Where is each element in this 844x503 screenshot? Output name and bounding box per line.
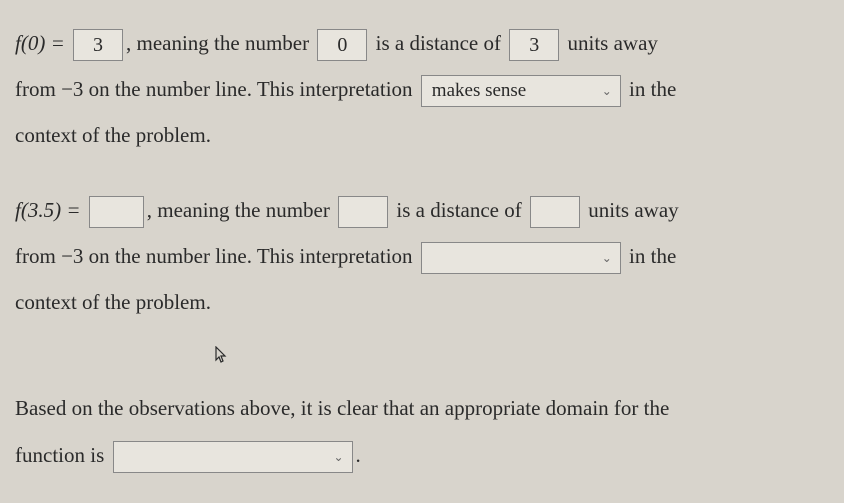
text: , meaning the number <box>126 31 309 55</box>
input-f0-number[interactable]: 0 <box>317 29 367 61</box>
function-label-f0: f(0) = <box>15 31 65 55</box>
text: from <box>15 244 56 268</box>
text: function is <box>15 443 104 467</box>
chevron-down-icon: ⌄ <box>602 245 612 271</box>
text: on the number line. This interpretation <box>89 77 413 101</box>
text: from <box>15 77 56 101</box>
text: is a distance of <box>396 198 521 222</box>
text: in the <box>629 244 676 268</box>
input-f0-result[interactable]: 3 <box>73 29 123 61</box>
text: units away <box>588 198 678 222</box>
input-f35-distance[interactable] <box>530 196 580 228</box>
text: Based on the observations above, it is c… <box>15 396 669 420</box>
chevron-down-icon: ⌄ <box>333 444 343 470</box>
text: . <box>356 443 361 467</box>
text: on the number line. This interpretation <box>89 244 413 268</box>
input-f35-result[interactable] <box>89 196 144 228</box>
text: context of the problem. <box>15 290 211 314</box>
text: is a distance of <box>376 31 501 55</box>
text: units away <box>568 31 658 55</box>
select-f35-interpretation[interactable]: ⌄ <box>421 242 621 274</box>
cursor-icon <box>215 339 229 379</box>
select-f0-interpretation[interactable]: makes sense ⌄ <box>421 75 621 107</box>
text: context of the problem. <box>15 123 211 147</box>
text: in the <box>629 77 676 101</box>
input-f0-distance[interactable]: 3 <box>509 29 559 61</box>
paragraph-domain: Based on the observations above, it is c… <box>15 385 829 477</box>
select-value: makes sense <box>432 80 526 101</box>
negative-three: −3 <box>61 244 83 268</box>
chevron-down-icon: ⌄ <box>602 78 612 104</box>
input-f35-number[interactable] <box>338 196 388 228</box>
function-label-f35: f(3.5) = <box>15 198 81 222</box>
select-domain[interactable]: ⌄ <box>113 441 353 473</box>
text: , meaning the number <box>147 198 330 222</box>
negative-three: −3 <box>61 77 83 101</box>
paragraph-f0: f(0) = 3, meaning the number 0 is a dist… <box>15 20 829 159</box>
paragraph-f35: f(3.5) = , meaning the number is a dista… <box>15 187 829 326</box>
